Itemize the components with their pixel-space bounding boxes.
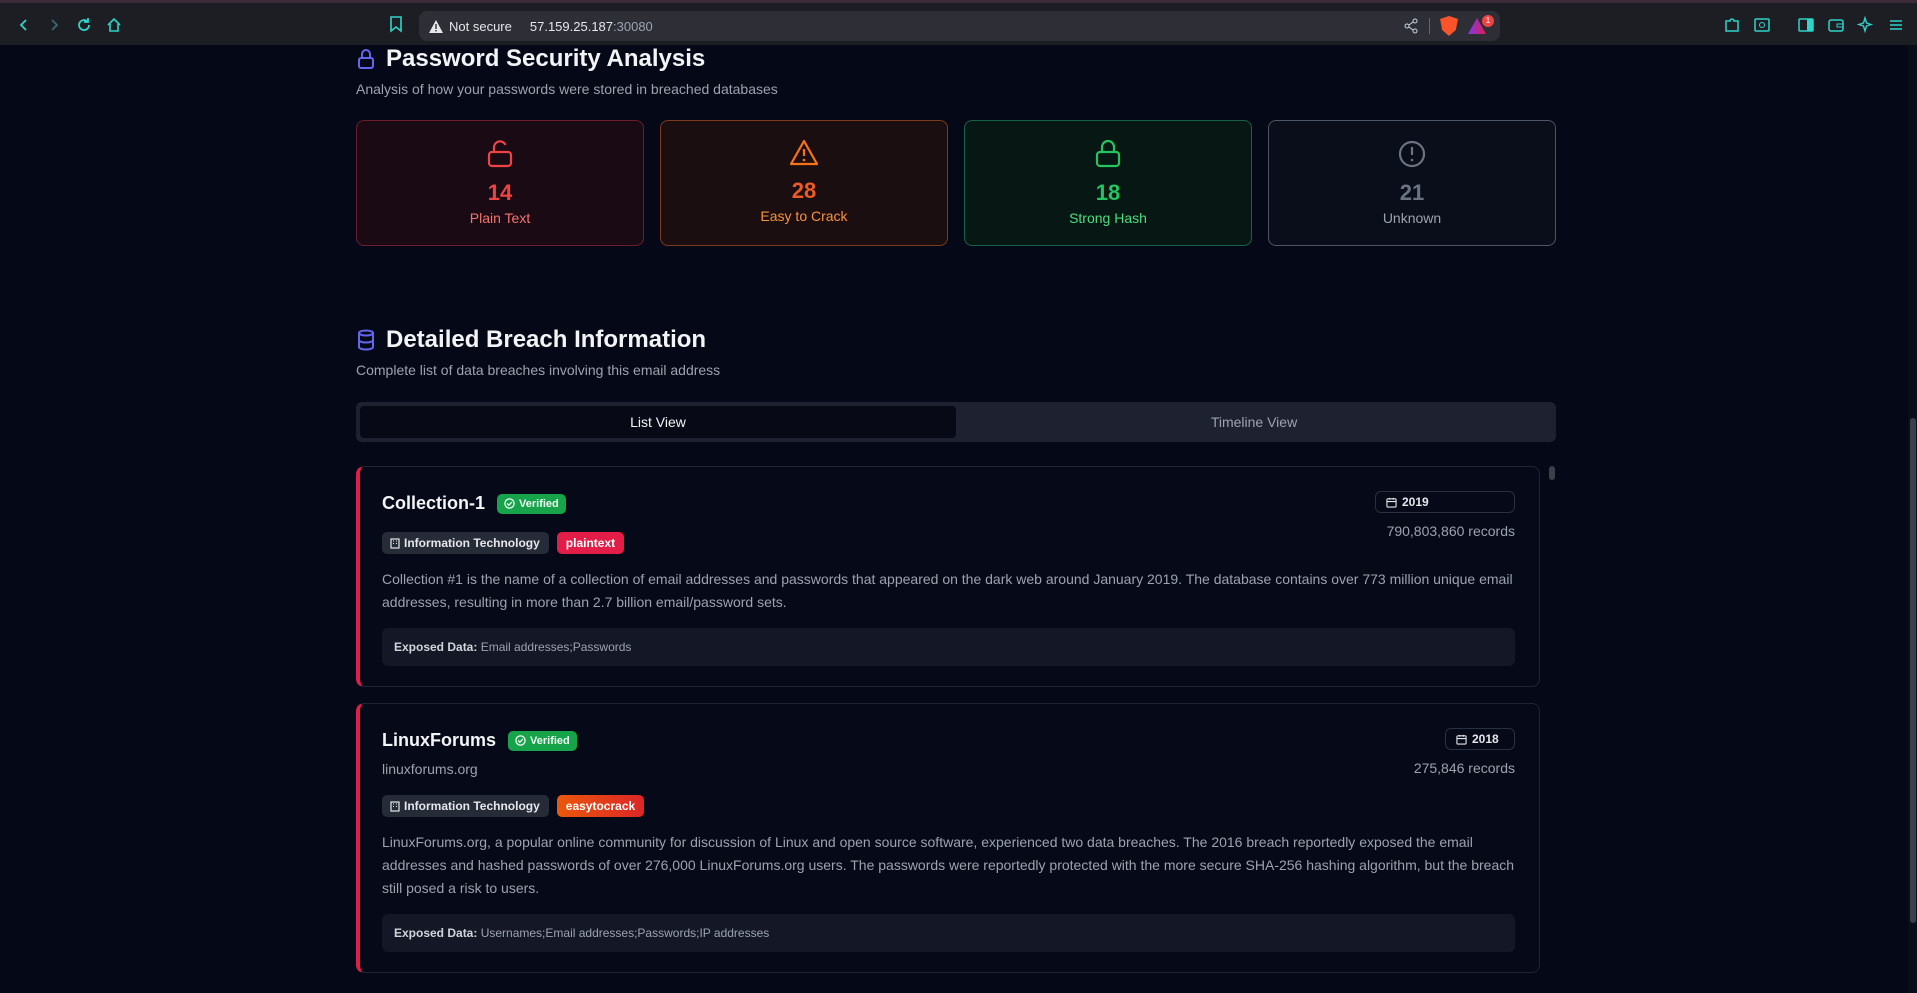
section-subtitle: Analysis of how your passwords were stor… bbox=[356, 81, 778, 97]
list-scrollbar-thumb[interactable] bbox=[1549, 466, 1555, 480]
verified-label: Verified bbox=[519, 497, 559, 510]
forward-icon[interactable] bbox=[42, 13, 66, 37]
password-type-tag: plaintext bbox=[556, 532, 625, 554]
breach-description: Collection #1 is the name of a collectio… bbox=[382, 571, 1513, 610]
list-scrollbar[interactable] bbox=[1548, 466, 1556, 986]
section-title: Detailed Breach Information bbox=[386, 326, 707, 353]
password-security-heading: Password Security Analysis bbox=[356, 45, 1556, 73]
brave-shields-icon[interactable] bbox=[1440, 16, 1458, 36]
unlock-icon bbox=[486, 139, 514, 174]
menu-icon[interactable] bbox=[1884, 13, 1908, 37]
stat-label: Plain Text bbox=[469, 210, 531, 226]
password-stats: 14 Plain Text 28 Easy to Crack 18 Strong… bbox=[356, 120, 1556, 246]
password-security-section: Password Security Analysis Analysis of h… bbox=[356, 45, 1556, 246]
alert-circle-icon bbox=[1397, 139, 1427, 174]
breach-year: 2018 bbox=[1445, 728, 1515, 750]
stat-value: 21 bbox=[1399, 180, 1425, 205]
breach-card: LinuxForums Verified linuxforums.org 201… bbox=[356, 703, 1540, 973]
notification-badge: 1 bbox=[1482, 15, 1494, 27]
exposed-data: Exposed Data: Usernames;Email addresses;… bbox=[382, 914, 1515, 952]
breach-info-section: Detailed Breach Information Complete lis… bbox=[356, 326, 1556, 973]
calendar-icon bbox=[1386, 497, 1397, 508]
industry-tag: Information Technology bbox=[382, 795, 549, 817]
view-tabs: List View Timeline View bbox=[356, 402, 1556, 442]
tab-timeline-view[interactable]: Timeline View bbox=[956, 406, 1552, 438]
stat-label: Unknown bbox=[1382, 210, 1442, 226]
records-count: 790,803,860 records bbox=[1386, 523, 1515, 539]
breach-info-heading: Detailed Breach Information bbox=[356, 326, 1556, 354]
breach-name: Collection-1 bbox=[382, 493, 486, 513]
stat-value: 14 bbox=[487, 180, 513, 205]
exposed-label: Exposed Data: bbox=[394, 640, 478, 654]
exposed-data: Exposed Data: Email addresses;Passwords bbox=[382, 628, 1515, 666]
stat-unknown: 21 Unknown bbox=[1268, 120, 1556, 246]
breach-name: LinuxForums bbox=[382, 730, 497, 750]
breach-year: 2019 bbox=[1375, 491, 1515, 513]
reload-icon[interactable] bbox=[72, 13, 96, 37]
industry-tag: Information Technology bbox=[382, 532, 549, 554]
section-title: Password Security Analysis bbox=[386, 45, 706, 72]
extensions-icon[interactable] bbox=[1720, 13, 1744, 37]
leo-ai-icon[interactable] bbox=[1854, 13, 1878, 37]
exposed-label: Exposed Data: bbox=[394, 926, 478, 940]
database-icon bbox=[356, 329, 376, 351]
bookmark-icon[interactable] bbox=[388, 15, 404, 38]
main-content: Password Security Analysis Analysis of h… bbox=[356, 45, 1556, 989]
page-scrollbar-thumb[interactable] bbox=[1910, 418, 1916, 923]
building-icon bbox=[390, 800, 400, 812]
year-label: 2018 bbox=[1472, 732, 1499, 746]
exposed-values: Email addresses;Passwords bbox=[480, 640, 632, 654]
stat-value: 28 bbox=[791, 178, 817, 203]
building-icon bbox=[390, 537, 400, 549]
share-icon[interactable] bbox=[1403, 18, 1419, 34]
screenshot-icon[interactable] bbox=[1750, 13, 1774, 37]
sidebar-icon[interactable] bbox=[1794, 13, 1818, 37]
breach-list: Collection-1 Verified 2019 790,803,860 r… bbox=[356, 466, 1556, 973]
industry-label: Information Technology bbox=[404, 799, 540, 813]
breach-description: LinuxForums.org, a popular online commun… bbox=[382, 834, 1515, 896]
back-icon[interactable] bbox=[12, 13, 36, 37]
calendar-icon bbox=[1456, 734, 1467, 745]
stat-strong-hash: 18 Strong Hash bbox=[964, 120, 1252, 246]
warning-icon bbox=[789, 139, 819, 172]
not-secure-label[interactable]: Not secure bbox=[449, 19, 512, 34]
industry-label: Information Technology bbox=[404, 536, 540, 550]
verified-badge: Verified bbox=[497, 493, 566, 514]
check-circle-icon bbox=[504, 498, 515, 509]
url-port: :30080 bbox=[613, 18, 653, 34]
lock-icon bbox=[356, 48, 376, 70]
stat-label: Easy to Crack bbox=[760, 208, 848, 224]
wallet-icon[interactable] bbox=[1824, 13, 1848, 37]
lock-icon bbox=[1094, 139, 1122, 174]
home-icon[interactable] bbox=[102, 13, 126, 37]
stat-easy-to-crack: 28 Easy to Crack bbox=[660, 120, 948, 246]
year-label: 2019 bbox=[1402, 495, 1429, 509]
password-type-tag: easytocrack bbox=[556, 795, 645, 817]
exposed-values: Usernames;Email addresses;Passwords;IP a… bbox=[480, 926, 770, 940]
url-host: 57.159.25.187 bbox=[529, 18, 614, 34]
address-bar[interactable]: Not secure 57.159.25.187:30080 bbox=[419, 11, 1500, 41]
breach-domain: linuxforums.org bbox=[382, 761, 478, 777]
section-subtitle: Complete list of data breaches involving… bbox=[356, 362, 721, 378]
breach-card: Collection-1 Verified 2019 790,803,860 r… bbox=[356, 466, 1540, 687]
verified-badge: Verified bbox=[508, 730, 577, 751]
stat-value: 18 bbox=[1095, 180, 1121, 205]
warning-icon bbox=[429, 19, 443, 33]
records-count: 275,846 records bbox=[1413, 760, 1515, 776]
browser-toolbar: Not secure 57.159.25.187:30080 1 bbox=[0, 0, 1917, 45]
stat-plain-text: 14 Plain Text bbox=[356, 120, 644, 246]
stat-label: Strong Hash bbox=[1069, 210, 1147, 226]
verified-label: Verified bbox=[530, 734, 570, 747]
check-circle-icon bbox=[515, 735, 526, 746]
tab-list-view[interactable]: List View bbox=[360, 406, 956, 438]
